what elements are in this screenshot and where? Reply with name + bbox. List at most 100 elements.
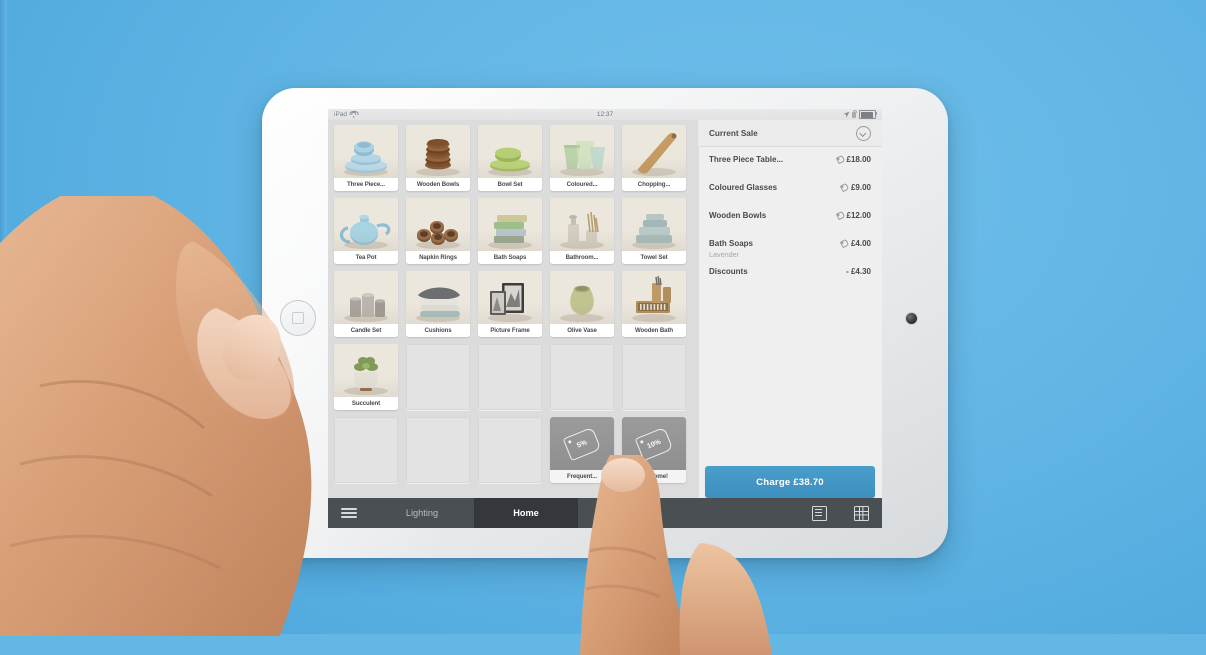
tile-label: Napkin Rings <box>406 251 470 264</box>
discount-percent: 10% <box>646 437 662 450</box>
product-grid-pane: Three Piece... Wooden Bowls Bowl Set Colour… <box>328 120 698 528</box>
product-thumbnail <box>334 271 398 324</box>
tile-label: Tea Pot <box>334 251 398 264</box>
current-sale-header[interactable]: Current Sale <box>698 120 882 147</box>
tile-label: Cushions <box>406 324 470 337</box>
tile-thumbnail <box>550 198 614 251</box>
grid-view-icon[interactable] <box>840 505 882 521</box>
tile-label: Coloured... <box>550 178 614 191</box>
product-tile[interactable]: Wooden Bowls <box>406 125 470 191</box>
sale-line-amount: £4.00 <box>850 239 871 248</box>
sale-line-item[interactable]: Wooden Bowls £12.00 <box>709 203 871 231</box>
product-tile[interactable]: Bath Soaps <box>478 198 542 264</box>
product-tile-empty <box>334 417 398 483</box>
product-thumbnail <box>622 198 686 251</box>
sale-line-left: Three Piece Table... <box>709 155 837 164</box>
sale-line-item[interactable]: Coloured Glasses £9.00 <box>709 175 871 203</box>
product-thumbnail <box>478 125 542 178</box>
rotation-lock-icon <box>852 109 858 118</box>
discount-tag-icon: 10% <box>634 426 674 461</box>
product-thumbnail <box>550 271 614 324</box>
product-tile[interactable]: Chopping... <box>622 125 686 191</box>
sale-line-name: Bath Soaps <box>709 239 754 248</box>
tab-lighting[interactable]: Lighting <box>370 498 474 528</box>
discount-tag-icon: 5% <box>562 426 602 461</box>
sale-line-name: Three Piece Table... <box>709 155 784 164</box>
product-thumbnail <box>406 198 470 251</box>
sale-line-amount-group: £9.00 <box>841 183 871 192</box>
product-tile-empty <box>622 344 686 410</box>
tile-thumbnail <box>406 125 470 178</box>
tile-label: Candle Set <box>334 324 398 337</box>
product-tile[interactable]: Tea Pot <box>334 198 398 264</box>
tile-label: Chopping... <box>622 178 686 191</box>
tile-thumbnail <box>478 271 542 324</box>
tile-thumbnail <box>550 125 614 178</box>
product-tile[interactable]: Candle Set <box>334 271 398 337</box>
product-tile[interactable]: Wooden Bath <box>622 271 686 337</box>
sale-line-item[interactable]: Three Piece Table... £18.00 <box>709 147 871 175</box>
price-tag-icon <box>840 239 849 248</box>
product-tile[interactable]: Coloured... <box>550 125 614 191</box>
tile-label: Olive Vase <box>550 324 614 337</box>
sale-line-amount-group: - £4.30 <box>846 267 871 276</box>
discount-tile[interactable]: 10% Welcome! <box>622 417 686 483</box>
product-thumbnail <box>334 344 398 397</box>
tile-label: Wooden Bowls <box>406 178 470 191</box>
product-tile[interactable]: Napkin Rings <box>406 198 470 264</box>
product-tile-empty <box>406 417 470 483</box>
product-thumbnail <box>550 125 614 178</box>
tile-label: Wooden Bath <box>622 324 686 337</box>
tile-thumbnail <box>622 125 686 178</box>
chevron-down-circle-icon[interactable] <box>856 126 871 141</box>
product-tile[interactable]: Succulent <box>334 344 398 410</box>
battery-icon <box>859 109 877 120</box>
product-tile[interactable]: Picture Frame <box>478 271 542 337</box>
sale-line-variant: Lavender <box>709 250 739 259</box>
tile-thumbnail <box>622 198 686 251</box>
sale-line-name: Coloured Glasses <box>709 183 778 192</box>
tile-thumbnail <box>550 271 614 324</box>
price-tag-icon <box>835 211 844 220</box>
tile-thumbnail <box>478 198 542 251</box>
charge-button[interactable]: Charge £38.70 <box>705 466 875 498</box>
list-view-icon[interactable] <box>798 505 840 521</box>
product-tile[interactable]: Bowl Set <box>478 125 542 191</box>
tile-label: Bowl Set <box>478 178 542 191</box>
discount-tile[interactable]: 5% Frequent... <box>550 417 614 483</box>
product-tile-empty <box>478 344 542 410</box>
app-body: Three Piece... Wooden Bowls Bowl Set Colour… <box>328 120 882 528</box>
tile-label: Picture Frame <box>478 324 542 337</box>
product-tile[interactable]: Towel Set <box>622 198 686 264</box>
product-thumbnail <box>550 198 614 251</box>
tile-label: Three Piece... <box>334 178 398 191</box>
bottom-tab-bar: Lighting Home <box>328 498 882 528</box>
sale-line-item[interactable]: Bath Soaps Lavender £4.00 <box>709 231 871 259</box>
product-tile[interactable]: Three Piece... <box>334 125 398 191</box>
sale-line-amount-group: £4.00 <box>841 239 871 248</box>
sale-line-item[interactable]: Discounts - £4.30 <box>709 259 871 287</box>
product-tile[interactable]: Olive Vase <box>550 271 614 337</box>
tile-thumbnail <box>406 198 470 251</box>
sale-line-amount-group: £12.00 <box>837 211 871 220</box>
product-tile[interactable]: Bathroom... <box>550 198 614 264</box>
hamburger-menu-icon[interactable] <box>328 508 370 518</box>
tile-label: Succulent <box>334 397 398 410</box>
tile-thumbnail <box>334 344 398 397</box>
product-thumbnail <box>622 125 686 178</box>
home-button[interactable] <box>280 300 316 336</box>
product-grid: Three Piece... Wooden Bowls Bowl Set Colour… <box>334 125 698 483</box>
sale-line-amount: £12.00 <box>846 211 871 220</box>
price-tag-icon <box>835 155 844 164</box>
sale-line-left: Wooden Bowls <box>709 211 837 220</box>
sale-line-left: Bath Soaps Lavender <box>709 239 841 259</box>
product-tile[interactable]: Cushions <box>406 271 470 337</box>
tile-thumbnail: 5% <box>550 417 614 470</box>
tile-label: Towel Set <box>622 251 686 264</box>
status-bar: iPad 12:37 <box>328 109 882 120</box>
tab-blank[interactable] <box>578 498 682 528</box>
sale-line-amount: - £4.30 <box>846 267 871 276</box>
tile-label: Frequent... <box>550 470 614 483</box>
current-sale-pane: Current Sale Three Piece Table... £18.00 C… <box>698 120 882 528</box>
tab-home[interactable]: Home <box>474 498 578 528</box>
